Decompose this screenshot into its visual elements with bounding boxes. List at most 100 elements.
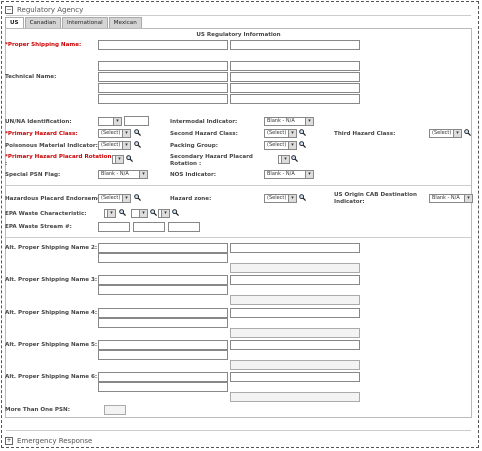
header-divider: [6, 15, 471, 16]
nos-label: NOS Indicator:: [170, 172, 217, 178]
placard-rotation-colon: :: [5, 161, 8, 167]
un-na-label: UN/NA Identification:: [5, 119, 72, 125]
technical-name-input-4[interactable]: [230, 83, 360, 93]
epa-waste-char-select-3[interactable]: ▾: [158, 209, 170, 218]
divider: [6, 237, 471, 238]
panel-title: US Regulatory Information: [196, 32, 281, 38]
alt-psn-6-label: Alt. Proper Shipping Name 6:: [5, 374, 98, 380]
poisonous-material-select[interactable]: (Select) ▾: [98, 141, 131, 150]
us-origin-cab-select[interactable]: Blank - N/A ▾: [429, 194, 473, 203]
proper-shipping-name-input-3[interactable]: [98, 61, 228, 71]
proper-shipping-name-input-4[interactable]: [230, 61, 360, 71]
more-than-one-psn-input[interactable]: [104, 405, 126, 415]
alt-psn-5-input-4[interactable]: [230, 360, 360, 370]
hazard-zone-label: Hazard zone:: [170, 196, 212, 202]
search-icon[interactable]: [134, 194, 141, 201]
section-title: Regulatory Agency: [17, 6, 84, 14]
search-icon[interactable]: [126, 155, 133, 162]
collapse-toggle[interactable]: −: [5, 6, 13, 14]
expand-toggle[interactable]: +: [5, 437, 13, 445]
proper-shipping-name-input-2[interactable]: [230, 40, 360, 50]
alt-psn-2-input-3[interactable]: [98, 253, 228, 263]
emergency-response-header[interactable]: + Emergency Response: [5, 437, 92, 445]
packing-group-select[interactable]: (Select) ▾: [264, 141, 297, 150]
search-icon[interactable]: [464, 129, 471, 136]
nos-select[interactable]: Blank - N/A ▾: [264, 170, 314, 179]
technical-name-input-5[interactable]: [98, 94, 228, 104]
emergency-response-title: Emergency Response: [17, 437, 93, 445]
alt-psn-5-label: Alt. Proper Shipping Name 5:: [5, 342, 98, 348]
alt-psn-6-input-3[interactable]: [98, 382, 228, 392]
footer-divider: [6, 430, 471, 431]
divider: [6, 185, 471, 186]
epa-waste-char-label: EPA Waste Characteristic:: [5, 211, 87, 217]
intermodal-select[interactable]: Blank - N/A ▾: [264, 117, 314, 126]
technical-name-input-6[interactable]: [230, 94, 360, 104]
poisonous-material-label: Poisonous Material Indicator:: [5, 143, 98, 149]
intermodal-label: Intermodal Indicator:: [170, 119, 238, 125]
epa-waste-stream-input-2[interactable]: [133, 222, 165, 232]
alt-psn-3-input-2[interactable]: [230, 275, 360, 285]
second-hazard-class-select[interactable]: (Select) ▾: [264, 129, 297, 138]
us-origin-cab-label: US Origin CAB Destination: [334, 192, 417, 198]
second-hazard-class-label: Second Hazard Class:: [170, 131, 238, 137]
hazardous-placard-label: Hazardous Placard Endorsement:: [5, 196, 110, 202]
alt-psn-6-input-2[interactable]: [230, 372, 360, 382]
secondary-placard-rotation-select[interactable]: ▾: [278, 155, 290, 164]
alt-psn-3-input-3[interactable]: [98, 285, 228, 295]
search-icon[interactable]: [134, 129, 141, 136]
search-icon[interactable]: [119, 209, 126, 216]
alt-psn-2-input-1[interactable]: [98, 243, 228, 253]
epa-waste-stream-input-1[interactable]: [98, 222, 130, 232]
us-origin-cab-label-2: Indicator:: [334, 199, 365, 205]
primary-hazard-class-select[interactable]: (Select) ▾: [98, 129, 131, 138]
search-icon[interactable]: [291, 155, 298, 162]
search-icon[interactable]: [299, 129, 306, 136]
alt-psn-4-input-4[interactable]: [230, 328, 360, 338]
third-hazard-class-label: Third Hazard Class:: [334, 131, 396, 137]
tab-us[interactable]: US: [5, 17, 24, 28]
epa-waste-stream-input-3[interactable]: [168, 222, 200, 232]
alt-psn-6-input-4[interactable]: [230, 392, 360, 402]
placard-rotation-label: *Primary Hazard Placard Rotation: [5, 154, 112, 160]
alt-psn-5-input-1[interactable]: [98, 340, 228, 350]
alt-psn-5-input-3[interactable]: [98, 350, 228, 360]
alt-psn-4-input-3[interactable]: [98, 318, 228, 328]
un-na-select[interactable]: ▾: [98, 117, 122, 126]
third-hazard-class-select[interactable]: (Select) ▾: [429, 129, 462, 138]
alt-psn-2-input-4[interactable]: [230, 263, 360, 273]
special-psn-label: Special PSN Flag:: [5, 172, 61, 178]
alt-psn-2-label: Alt. Proper Shipping Name 2:: [5, 245, 98, 251]
packing-group-label: Packing Group:: [170, 143, 219, 149]
alt-psn-2-input-2[interactable]: [230, 243, 360, 253]
technical-name-input-3[interactable]: [98, 83, 228, 93]
epa-waste-char-select-2[interactable]: ▾: [131, 209, 148, 218]
proper-shipping-name-label: *Proper Shipping Name:: [5, 42, 82, 48]
secondary-placard-rotation-label-2: Rotation :: [170, 161, 202, 167]
search-icon[interactable]: [134, 141, 141, 148]
more-than-one-psn-label: More Than One PSN:: [5, 407, 70, 413]
hazard-zone-select[interactable]: (Select) ▾: [264, 194, 297, 203]
technical-name-input-1[interactable]: [98, 72, 228, 82]
search-icon[interactable]: [299, 194, 306, 201]
hazardous-placard-select[interactable]: (Select) ▾: [98, 194, 131, 203]
alt-psn-6-input-1[interactable]: [98, 372, 228, 382]
epa-waste-stream-label: EPA Waste Stream #:: [5, 224, 72, 230]
proper-shipping-name-input-1[interactable]: [98, 40, 228, 50]
search-icon[interactable]: [299, 141, 306, 148]
alt-psn-4-input-2[interactable]: [230, 308, 360, 318]
alt-psn-4-input-1[interactable]: [98, 308, 228, 318]
alt-psn-3-input-4[interactable]: [230, 295, 360, 305]
primary-hazard-class-label: *Primary Hazard Class:: [5, 131, 78, 137]
epa-waste-char-select-1[interactable]: ▾: [104, 209, 116, 218]
technical-name-input-2[interactable]: [230, 72, 360, 82]
search-icon[interactable]: [172, 209, 179, 216]
alt-psn-5-input-2[interactable]: [230, 340, 360, 350]
regulatory-agency-header[interactable]: − Regulatory Agency: [5, 6, 83, 14]
un-na-input[interactable]: [124, 116, 149, 126]
technical-name-label: Technical Name:: [5, 74, 57, 80]
alt-psn-3-input-1[interactable]: [98, 275, 228, 285]
search-icon[interactable]: [150, 209, 157, 216]
special-psn-select[interactable]: Blank - N/A ▾: [98, 170, 148, 179]
placard-rotation-select[interactable]: ▾: [112, 155, 124, 164]
